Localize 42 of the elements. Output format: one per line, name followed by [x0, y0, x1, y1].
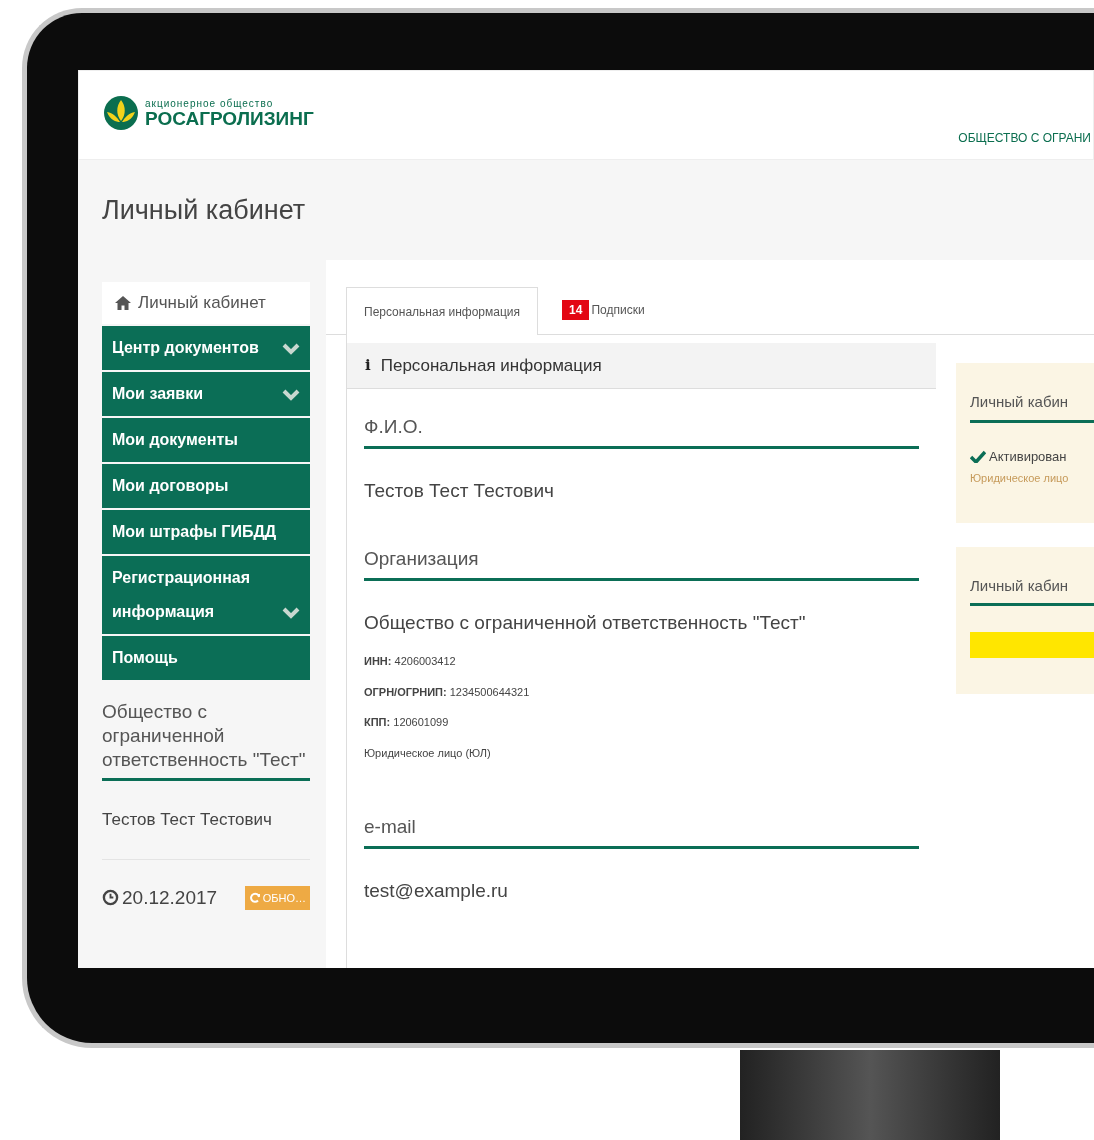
sidebar-menu-item[interactable]: Мои документы	[102, 418, 310, 462]
sidebar-menu-item[interactable]: Центр документов	[102, 326, 310, 370]
section-value: Общество с ограниченной ответственность "Тест"	[364, 610, 807, 635]
user-name: Тестов Тест Тестович	[102, 781, 310, 860]
card-title: Личный кабин	[970, 574, 1094, 606]
logo-name: РОСАГРОЛИЗИНГ	[145, 108, 314, 128]
tab[interactable]: Персональная информация	[346, 287, 539, 335]
section-heading: Организация	[364, 545, 919, 581]
entity-type: Юридическое лицо (ЮЛ)	[364, 745, 492, 761]
card-note: Юридическое лицо	[970, 471, 1070, 486]
registration-detail: ИНН: 4206003412	[364, 654, 457, 669]
panel-title: Персональная информация	[380, 354, 602, 377]
sidebar-menu-item[interactable]: Мои договоры	[102, 464, 310, 508]
organization-link[interactable]: ОБЩЕСТВО С ОГРАНИ	[958, 129, 1093, 147]
section-heading: Ф.И.О.	[364, 413, 919, 449]
chevron-down-icon	[282, 343, 300, 355]
registration-detail: ОГРН/ОГРНИП: 1234500644321	[364, 684, 531, 700]
activation-status: Активирован	[970, 446, 1094, 466]
card-title: Личный кабин	[970, 391, 1094, 423]
info-icon: i	[365, 354, 371, 377]
last-update-date: 20.12.2017	[102, 883, 218, 912]
sidebar-menu-item[interactable]: Мои штрафы ГИБДД	[102, 510, 310, 554]
page-title: Личный кабинет	[102, 193, 306, 227]
logo-subtitle: акционерное общество	[145, 98, 275, 109]
organization-name: Общество с ограниченной ответственность "Тест"	[102, 700, 310, 781]
chevron-down-icon	[282, 607, 300, 619]
refresh-icon	[248, 891, 261, 904]
count-badge: 14	[562, 300, 590, 320]
home-link[interactable]: Личный кабинет	[102, 282, 310, 324]
logo-icon	[103, 95, 139, 131]
section-value: Тестов Тест Тестович	[364, 478, 555, 503]
section-heading: e-mail	[364, 813, 919, 849]
clock-icon	[102, 889, 119, 907]
sidebar-menu-item[interactable]: Помощь	[102, 636, 310, 680]
checkmark-icon	[970, 449, 986, 463]
sidebar-menu-item[interactable]: Регистрационная информация	[102, 556, 310, 634]
registration-detail: КПП: 120601099	[364, 715, 450, 730]
tab[interactable]: 14 Подписки	[538, 286, 669, 334]
sidebar-menu-item[interactable]: Мои заявки	[102, 372, 310, 416]
chevron-down-icon	[282, 389, 300, 401]
section-value: test@example.ru	[364, 878, 509, 903]
home-icon	[114, 295, 132, 311]
